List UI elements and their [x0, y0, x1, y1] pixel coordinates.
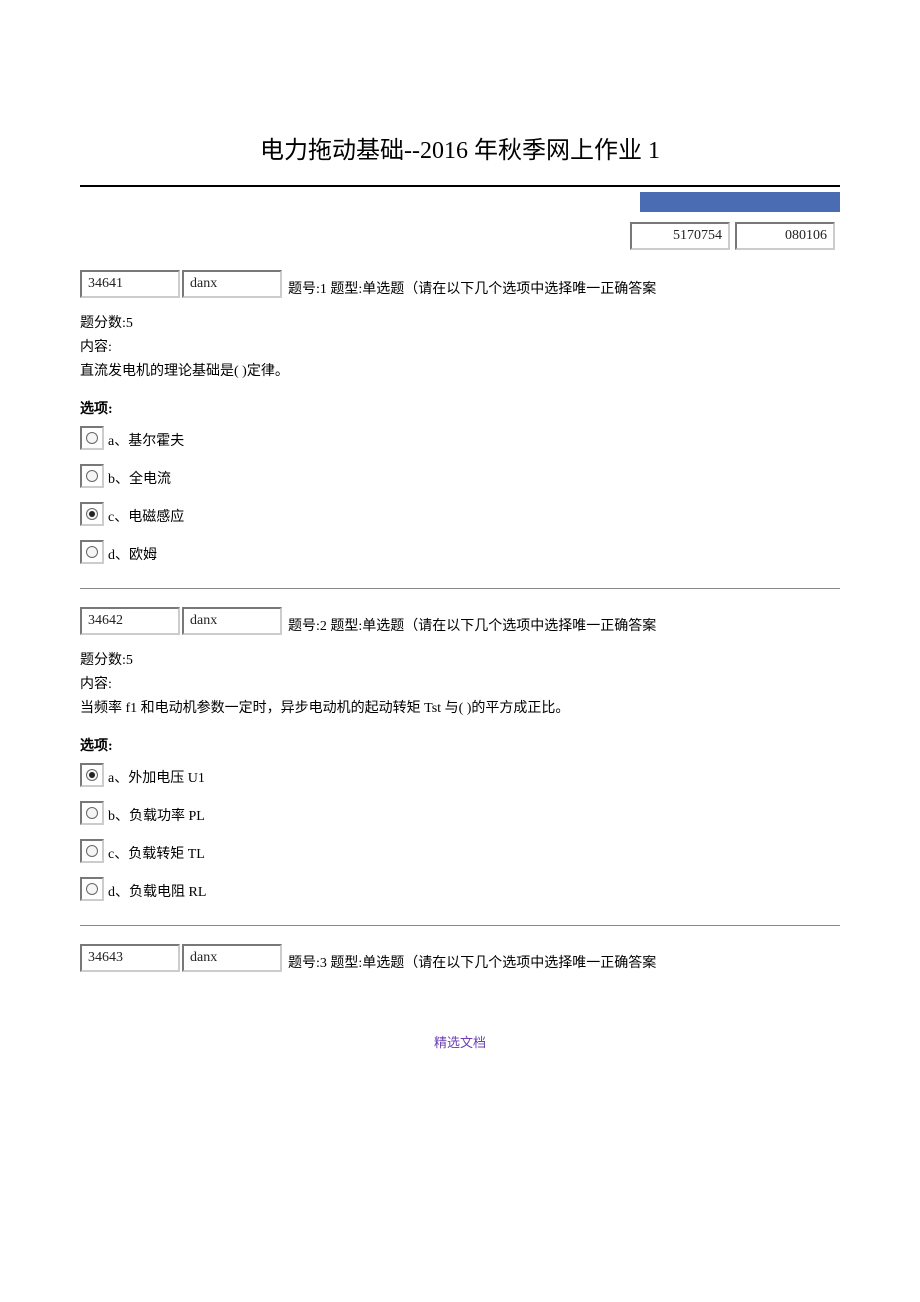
header-divider [80, 185, 840, 187]
page-title: 电力拖动基础--2016 年秋季网上作业 1 [80, 130, 840, 165]
radio-icon[interactable] [80, 426, 104, 450]
q2-content: 当频率 f1 和电动机参数一定时，异步电动机的起动转矩 Tst 与( )的平方成… [80, 697, 840, 717]
q2-opt-b-text: b、负载功率 PL [108, 805, 205, 825]
radio-icon[interactable] [80, 877, 104, 901]
blue-bar [640, 192, 840, 212]
q1-option-a[interactable]: a、基尔霍夫 [80, 426, 840, 450]
q2-opt-c-text: c、负载转矩 TL [108, 843, 205, 863]
q2-divider [80, 925, 840, 926]
q2-type[interactable]: danx [182, 607, 282, 635]
page-footer: 精选文档 [80, 1032, 840, 1051]
q1-opt-c-text: c、电磁感应 [108, 506, 184, 526]
q3-type[interactable]: danx [182, 944, 282, 972]
q2-score: 题分数:5 [80, 649, 840, 669]
q1-opt-a-text: a、基尔霍夫 [108, 430, 184, 450]
q2-content-label: 内容: [80, 673, 840, 693]
q1-option-c[interactable]: c、电磁感应 [80, 502, 840, 526]
q2-option-b[interactable]: b、负载功率 PL [80, 801, 840, 825]
q1-option-d[interactable]: d、欧姆 [80, 540, 840, 564]
q2-id[interactable]: 34642 [80, 607, 180, 635]
top-input-1[interactable]: 5170754 [630, 222, 730, 250]
q1-divider [80, 588, 840, 589]
radio-icon[interactable] [80, 763, 104, 787]
q3-header: 题号:3 题型:单选题（请在以下几个选项中选择唯一正确答案 [288, 952, 818, 972]
q2-opt-d-text: d、负载电阻 RL [108, 881, 206, 901]
q1-content-label: 内容: [80, 336, 840, 356]
q1-content: 直流发电机的理论基础是( )定律。 [80, 360, 840, 380]
q2-header: 题号:2 题型:单选题（请在以下几个选项中选择唯一正确答案 [288, 615, 818, 635]
q1-opt-d-text: d、欧姆 [108, 544, 157, 564]
top-input-2[interactable]: 080106 [735, 222, 835, 250]
radio-icon[interactable] [80, 801, 104, 825]
q1-option-b[interactable]: b、全电流 [80, 464, 840, 488]
radio-icon[interactable] [80, 540, 104, 564]
q2-option-d[interactable]: d、负载电阻 RL [80, 877, 840, 901]
top-id-row: 5170754 080106 [80, 222, 840, 250]
q2-id-row: 34642 danx 题号:2 题型:单选题（请在以下几个选项中选择唯一正确答案 [80, 607, 840, 635]
q3-id-row: 34643 danx 题号:3 题型:单选题（请在以下几个选项中选择唯一正确答案 [80, 944, 840, 972]
q1-opt-b-text: b、全电流 [108, 468, 171, 488]
radio-icon[interactable] [80, 502, 104, 526]
q1-header: 题号:1 题型:单选题（请在以下几个选项中选择唯一正确答案 [288, 278, 818, 298]
radio-icon[interactable] [80, 464, 104, 488]
q3-id[interactable]: 34643 [80, 944, 180, 972]
q2-opts-label: 选项: [80, 735, 840, 755]
q1-type[interactable]: danx [182, 270, 282, 298]
q2-option-c[interactable]: c、负载转矩 TL [80, 839, 840, 863]
q2-opt-a-text: a、外加电压 U1 [108, 767, 205, 787]
q1-opts-label: 选项: [80, 398, 840, 418]
q1-id[interactable]: 34641 [80, 270, 180, 298]
q1-id-row: 34641 danx 题号:1 题型:单选题（请在以下几个选项中选择唯一正确答案 [80, 270, 840, 298]
radio-icon[interactable] [80, 839, 104, 863]
q1-score: 题分数:5 [80, 312, 840, 332]
q2-option-a[interactable]: a、外加电压 U1 [80, 763, 840, 787]
